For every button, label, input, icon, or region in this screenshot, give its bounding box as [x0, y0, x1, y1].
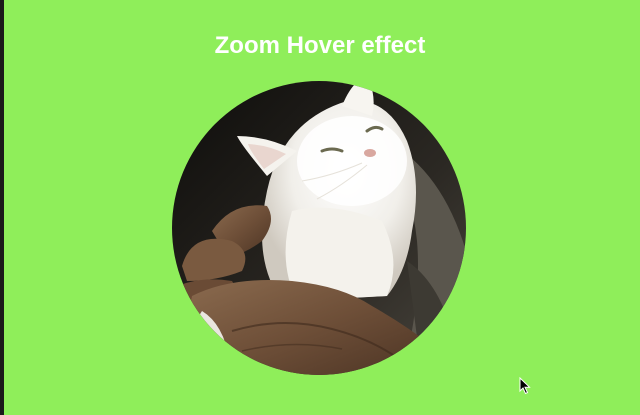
window-left-edge — [0, 0, 4, 415]
mouse-pointer-icon — [519, 376, 531, 395]
kitten-photo — [172, 81, 466, 375]
page-title: Zoom Hover effect — [214, 32, 426, 59]
zoom-hover-image[interactable] — [172, 81, 466, 375]
